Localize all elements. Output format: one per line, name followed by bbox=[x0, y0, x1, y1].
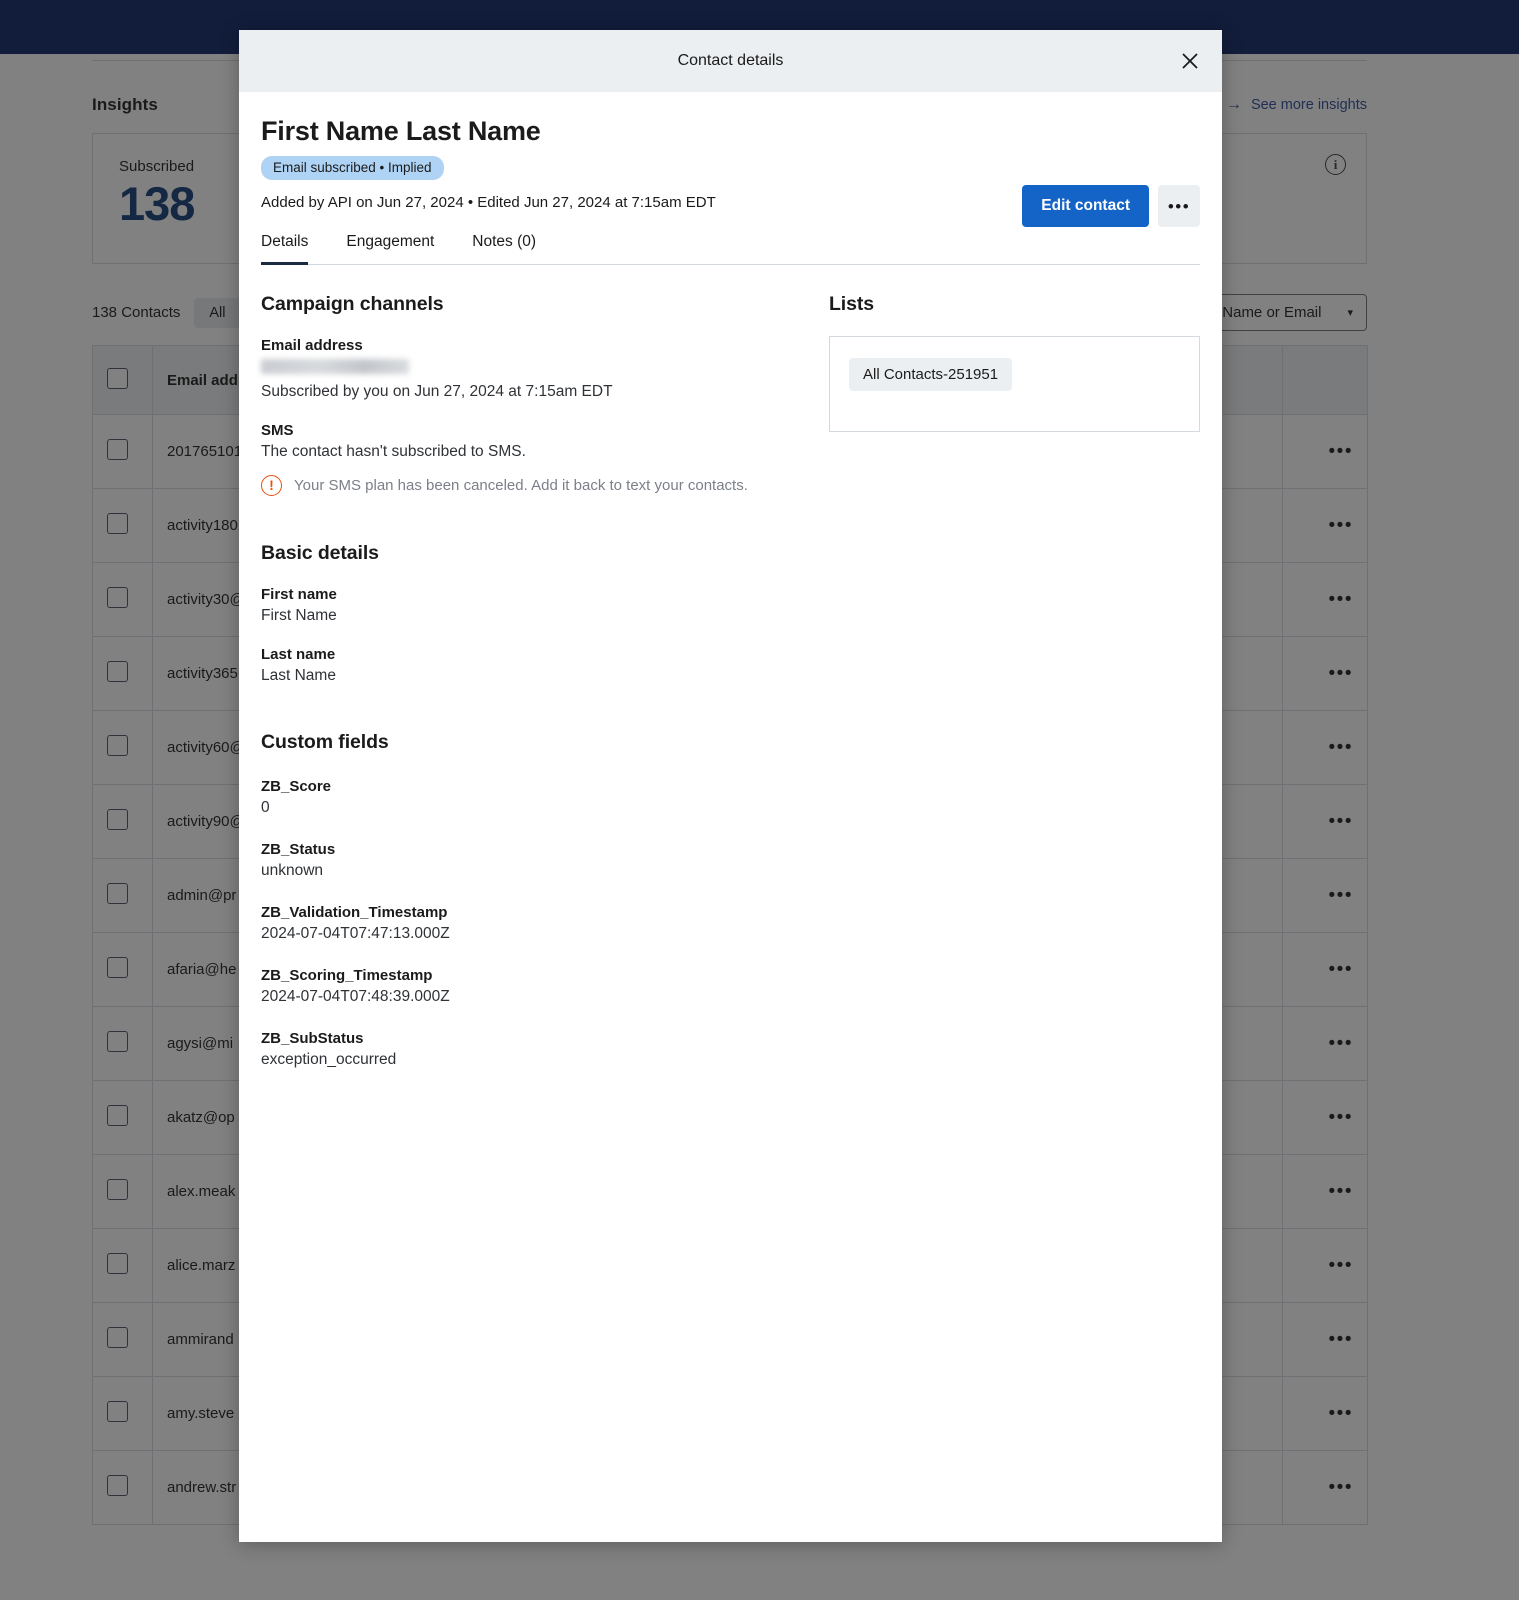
custom-field-value: 2024-07-04T07:48:39.000Z bbox=[261, 988, 821, 1006]
contact-details-dialog: Contact details First Name Last Name Ema… bbox=[239, 30, 1222, 1542]
last-name-field: Last name Last Name bbox=[261, 646, 821, 685]
custom-field-value: exception_occurred bbox=[261, 1051, 821, 1069]
dialog-tabs: Details Engagement Notes (0) bbox=[261, 233, 1200, 265]
custom-field-zb-status: ZB_Status unknown bbox=[261, 841, 821, 880]
dialog-titlebar: Contact details bbox=[239, 30, 1222, 92]
custom-field-value: 0 bbox=[261, 799, 821, 817]
sms-field: SMS The contact hasn't subscribed to SMS… bbox=[261, 422, 821, 496]
close-icon[interactable] bbox=[1175, 46, 1205, 76]
last-name-value: Last Name bbox=[261, 667, 821, 685]
custom-field-value: 2024-07-04T07:47:13.000Z bbox=[261, 925, 821, 943]
status-badge: Email subscribed • Implied bbox=[261, 156, 444, 180]
alert-circle-icon: ! bbox=[261, 475, 282, 496]
details-panel: Campaign channels Email address Subscrib… bbox=[239, 265, 1222, 1069]
page-title: First Name Last Name bbox=[261, 116, 1200, 148]
dialog-body: First Name Last Name Email subscribed • … bbox=[239, 92, 1222, 1542]
sms-label: SMS bbox=[261, 422, 821, 439]
custom-field-zb-validation-timestamp: ZB_Validation_Timestamp 2024-07-04T07:47… bbox=[261, 904, 821, 943]
edit-contact-button[interactable]: Edit contact bbox=[1022, 185, 1149, 227]
contact-header: First Name Last Name Email subscribed • … bbox=[239, 92, 1222, 211]
email-address-label: Email address bbox=[261, 337, 821, 354]
basic-details-section: Basic details First name First Name Last… bbox=[261, 542, 821, 685]
tab-details[interactable]: Details bbox=[261, 233, 308, 264]
details-left-column: Campaign channels Email address Subscrib… bbox=[261, 293, 821, 1069]
custom-fields-title: Custom fields bbox=[261, 731, 821, 754]
custom-field-label: ZB_Scoring_Timestamp bbox=[261, 967, 821, 984]
campaign-channels-title: Campaign channels bbox=[261, 293, 821, 316]
basic-details-title: Basic details bbox=[261, 542, 821, 565]
list-pill[interactable]: All Contacts-251951 bbox=[849, 358, 1012, 391]
lists-container: All Contacts-251951 bbox=[829, 336, 1200, 432]
sms-warning: ! Your SMS plan has been canceled. Add i… bbox=[261, 475, 821, 496]
tab-engagement[interactable]: Engagement bbox=[346, 233, 434, 264]
custom-field-label: ZB_Validation_Timestamp bbox=[261, 904, 821, 921]
first-name-value: First Name bbox=[261, 607, 821, 625]
custom-field-label: ZB_Score bbox=[261, 778, 821, 795]
lists-title: Lists bbox=[829, 293, 1200, 316]
dialog-title: Contact details bbox=[678, 52, 784, 70]
last-name-label: Last name bbox=[261, 646, 821, 663]
custom-field-zb-scoring-timestamp: ZB_Scoring_Timestamp 2024-07-04T07:48:39… bbox=[261, 967, 821, 1006]
details-right-column: Lists All Contacts-251951 bbox=[821, 293, 1200, 1069]
header-actions: Edit contact ••• bbox=[1022, 185, 1200, 227]
custom-field-label: ZB_Status bbox=[261, 841, 821, 858]
redacted-email-value bbox=[261, 359, 409, 374]
custom-field-value: unknown bbox=[261, 862, 821, 880]
sms-warning-text: Your SMS plan has been canceled. Add it … bbox=[294, 477, 748, 494]
first-name-label: First name bbox=[261, 586, 821, 603]
ellipsis-icon: ••• bbox=[1168, 198, 1190, 215]
sms-value: The contact hasn't subscribed to SMS. bbox=[261, 443, 821, 461]
custom-field-zb-score: ZB_Score 0 bbox=[261, 778, 821, 817]
email-subscribed-note: Subscribed by you on Jun 27, 2024 at 7:1… bbox=[261, 383, 821, 401]
first-name-field: First name First Name bbox=[261, 586, 821, 625]
custom-fields-section: Custom fields ZB_Score 0 ZB_Status unkno… bbox=[261, 731, 821, 1069]
more-actions-button[interactable]: ••• bbox=[1158, 185, 1200, 227]
email-address-field: Email address Subscribed by you on Jun 2… bbox=[261, 337, 821, 401]
custom-field-label: ZB_SubStatus bbox=[261, 1030, 821, 1047]
custom-field-zb-substatus: ZB_SubStatus exception_occurred bbox=[261, 1030, 821, 1069]
tab-notes[interactable]: Notes (0) bbox=[472, 233, 536, 264]
